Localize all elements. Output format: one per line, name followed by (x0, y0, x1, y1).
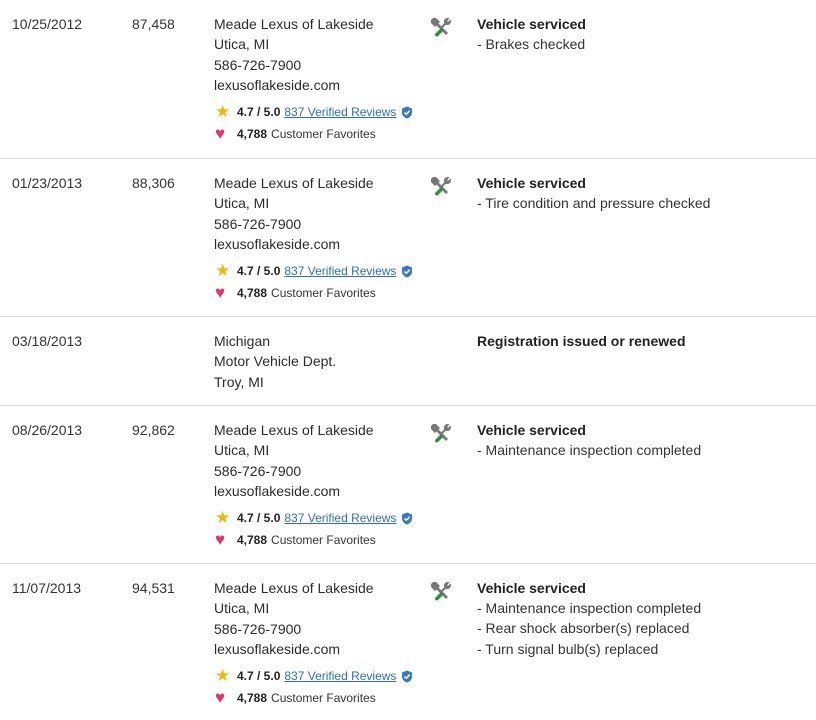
comment-detail: - Brakes checked (477, 36, 586, 52)
rating-value: 4.7 / 5.0 (237, 264, 281, 279)
comment-title: Vehicle serviced (477, 16, 586, 32)
source-location: Troy, MI (214, 373, 264, 390)
record-comments: Vehicle serviced - Maintenance inspectio… (464, 578, 816, 659)
source-website: lexusoflakeside.com (214, 76, 341, 93)
star-icon: ★ (215, 666, 231, 686)
comment-detail: - Maintenance inspection completed (477, 442, 702, 458)
star-icon: ★ (215, 508, 231, 528)
comment-title: Registration issued or renewed (477, 333, 686, 349)
record-comments: Vehicle serviced - Brakes checked (464, 14, 816, 54)
record-mileage: 87,458 (132, 16, 175, 32)
source-department: Motor Vehicle Dept. (214, 353, 337, 370)
verified-badge-icon (401, 512, 413, 525)
comment-detail: - Rear shock absorber(s) replaced (477, 620, 690, 637)
favorites-count: 4,788 (237, 691, 268, 706)
source-name: Michigan (214, 333, 271, 349)
record-date: 11/07/2013 (12, 580, 82, 596)
service-tools-icon (416, 420, 464, 447)
record-source: Meade Lexus of Lakeside Utica, MI 586-72… (202, 173, 416, 302)
history-row: 01/23/2013 88,306 Meade Lexus of Lakesid… (0, 159, 816, 317)
favorites-count: 4,788 (237, 286, 268, 301)
heart-icon: ♥ (215, 530, 226, 550)
dealer-rating: ★ 4.7 / 5.0 837 Verified Reviews (214, 667, 416, 685)
source-location: Utica, MI (214, 36, 270, 53)
heart-icon: ♥ (215, 124, 226, 144)
verified-badge-icon (401, 106, 413, 119)
history-row: 03/18/2013 Michigan Motor Vehicle Dept. … (0, 317, 816, 406)
favorites-label: Customer Favorites (271, 127, 376, 142)
comment-detail: - Turn signal bulb(s) replaced (477, 640, 659, 657)
history-row: 08/26/2013 92,862 Meade Lexus of Lakesid… (0, 406, 816, 564)
service-history-table: 10/25/2012 87,458 Meade Lexus of Lakesid… (0, 0, 816, 720)
source-phone: 586-726-7900 (214, 462, 302, 479)
favorites-count: 4,788 (237, 533, 268, 548)
comment-detail: - Tire condition and pressure checked (477, 195, 711, 211)
source-phone: 586-726-7900 (214, 56, 302, 73)
comment-title: Vehicle serviced (477, 580, 586, 596)
customer-favorites: ♥ 4,788 Customer Favorites (214, 125, 416, 143)
record-mileage: 88,306 (132, 175, 175, 191)
source-location: Utica, MI (214, 600, 270, 617)
record-date: 03/18/2013 (12, 333, 83, 349)
customer-favorites: ♥ 4,788 Customer Favorites (214, 284, 416, 302)
star-icon: ★ (215, 102, 231, 122)
heart-icon: ♥ (215, 688, 226, 708)
comment-title: Vehicle serviced (477, 422, 586, 438)
source-name: Meade Lexus of Lakeside (214, 422, 374, 438)
comment-title: Vehicle serviced (477, 175, 586, 191)
source-name: Meade Lexus of Lakeside (214, 16, 374, 32)
source-phone: 586-726-7900 (214, 620, 302, 637)
source-name: Meade Lexus of Lakeside (214, 580, 374, 596)
record-comments: Registration issued or renewed (464, 331, 816, 351)
empty-icon-slot (416, 331, 464, 332)
record-source: Meade Lexus of Lakeside Utica, MI 586-72… (202, 578, 416, 707)
record-comments: Vehicle serviced - Maintenance inspectio… (464, 420, 816, 460)
record-date: 08/26/2013 (12, 422, 83, 438)
source-website: lexusoflakeside.com (214, 235, 341, 252)
source-website: lexusoflakeside.com (214, 482, 341, 499)
verified-reviews-link[interactable]: 837 Verified Reviews (284, 264, 396, 278)
record-source: Michigan Motor Vehicle Dept. Troy, MI (202, 331, 416, 392)
heart-icon: ♥ (215, 283, 226, 303)
star-icon: ★ (215, 261, 231, 281)
service-tools-icon (416, 578, 464, 605)
dealer-rating: ★ 4.7 / 5.0 837 Verified Reviews (214, 103, 416, 121)
source-phone: 586-726-7900 (214, 215, 302, 232)
record-date: 01/23/2013 (12, 175, 83, 191)
dealer-rating: ★ 4.7 / 5.0 837 Verified Reviews (214, 262, 416, 280)
record-source: Meade Lexus of Lakeside Utica, MI 586-72… (202, 14, 416, 143)
record-mileage: 94,531 (132, 580, 175, 596)
record-source: Meade Lexus of Lakeside Utica, MI 586-72… (202, 420, 416, 549)
verified-reviews-link[interactable]: 837 Verified Reviews (284, 669, 396, 683)
rating-value: 4.7 / 5.0 (237, 105, 281, 120)
rating-value: 4.7 / 5.0 (237, 669, 281, 684)
history-row: 10/25/2012 87,458 Meade Lexus of Lakesid… (0, 0, 816, 159)
favorites-label: Customer Favorites (271, 286, 376, 301)
comment-detail: - Maintenance inspection completed (477, 600, 702, 616)
service-tools-icon (416, 173, 464, 200)
rating-value: 4.7 / 5.0 (237, 511, 281, 526)
source-location: Utica, MI (214, 442, 270, 459)
record-date: 10/25/2012 (12, 16, 83, 32)
customer-favorites: ♥ 4,788 Customer Favorites (214, 689, 416, 707)
history-row: 11/07/2013 94,531 Meade Lexus of Lakesid… (0, 564, 816, 720)
source-location: Utica, MI (214, 195, 270, 212)
record-mileage: 92,862 (132, 422, 175, 438)
service-tools-icon (416, 14, 464, 41)
favorites-label: Customer Favorites (271, 533, 376, 548)
source-name: Meade Lexus of Lakeside (214, 175, 374, 191)
verified-reviews-link[interactable]: 837 Verified Reviews (284, 511, 396, 525)
verified-reviews-link[interactable]: 837 Verified Reviews (284, 105, 396, 119)
record-comments: Vehicle serviced - Tire condition and pr… (464, 173, 816, 213)
customer-favorites: ♥ 4,788 Customer Favorites (214, 531, 416, 549)
verified-badge-icon (401, 670, 413, 683)
favorites-label: Customer Favorites (271, 691, 376, 706)
source-website: lexusoflakeside.com (214, 640, 341, 657)
verified-badge-icon (401, 265, 413, 278)
dealer-rating: ★ 4.7 / 5.0 837 Verified Reviews (214, 509, 416, 527)
favorites-count: 4,788 (237, 127, 268, 142)
